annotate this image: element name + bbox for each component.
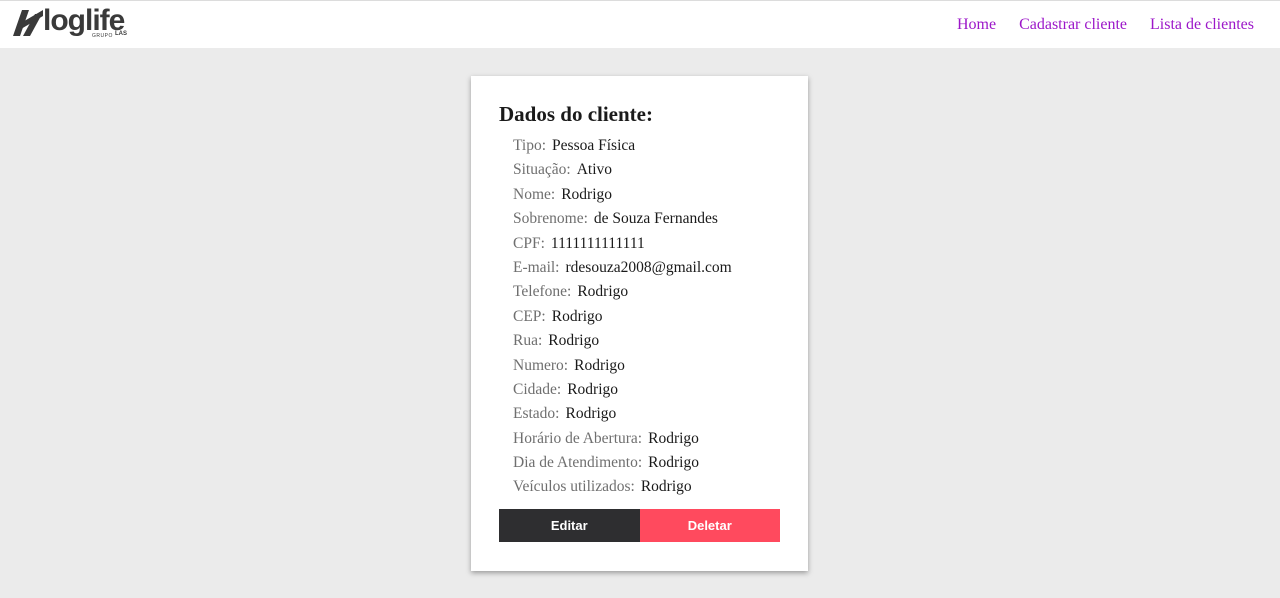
field-label: Horário de Abertura: [513, 429, 643, 447]
client-details-card: Dados do cliente: Tipo: Pessoa Física Sit… [471, 76, 808, 571]
client-fields-list: Tipo: Pessoa Física Situação: Ativo Nome: R… [513, 136, 732, 502]
field-value: Rodrigo [548, 332, 600, 350]
field-label: CEP: [513, 307, 546, 325]
field-value: rdesouza2008@gmail.com [565, 258, 732, 276]
field-sobrenome: Sobrenome: de Souza Fernandes [513, 209, 732, 233]
main-nav: Home Cadastrar cliente Lista de clientes [957, 16, 1254, 34]
edit-button[interactable]: Editar [499, 509, 640, 542]
field-cpf: CPF: 1111111111111 [513, 234, 732, 258]
field-value: Pessoa Física [552, 137, 636, 154]
card-title: Dados do cliente: [499, 102, 653, 126]
field-value: Rodrigo [567, 380, 619, 398]
field-label: Numero: [513, 356, 569, 374]
field-value: Rodrigo [648, 429, 699, 447]
field-label: Situação: [513, 161, 571, 179]
field-numero: Numero: Rodrigo [513, 356, 732, 380]
field-label: Tipo: [513, 137, 547, 154]
field-veiculos-utilizados: Veículos utilizados: Rodrigo [513, 477, 732, 501]
field-estado: Estado: Rodrigo [513, 404, 732, 428]
field-rua: Rua: Rodrigo [513, 331, 732, 355]
field-nome: Nome: Rodrigo [513, 185, 732, 209]
field-value: Rodrigo [551, 307, 603, 325]
field-label: Dia de Atendimento: [513, 454, 643, 472]
field-value: Rodrigo [561, 185, 612, 203]
logo-mark-icon [13, 10, 43, 36]
delete-button[interactable]: Deletar [639, 509, 780, 542]
field-telefone: Telefone: Rodrigo [513, 282, 732, 306]
field-label: Estado: [513, 405, 560, 423]
field-horario-abertura: Horário de Abertura: Rodrigo [513, 429, 732, 453]
card-actions: Editar Deletar [499, 509, 780, 542]
field-cep: CEP: Rodrigo [513, 307, 732, 331]
field-label: Sobrenome: [513, 210, 588, 228]
loglife-logo[interactable]: loglife GRUPO LAS [13, 4, 143, 44]
logo-group-text: GRUPO [92, 33, 113, 39]
field-email: E-mail: rdesouza2008@gmail.com [513, 258, 732, 282]
field-label: Rua: [513, 332, 543, 350]
field-cidade: Cidade: Rodrigo [513, 380, 732, 404]
field-label: Veículos utilizados: [513, 478, 635, 496]
field-value: Rodrigo [640, 478, 692, 496]
field-value: de Souza Fernandes [593, 210, 718, 228]
field-tipo: Tipo: Pessoa Física [513, 136, 732, 160]
nav-home-link[interactable]: Home [957, 16, 996, 34]
field-value: Ativo [576, 161, 612, 179]
field-label: Cidade: [513, 380, 562, 398]
top-navbar: loglife GRUPO LAS Home Cadastrar cliente… [0, 0, 1280, 48]
nav-cadastrar-cliente-link[interactable]: Cadastrar cliente [1019, 16, 1127, 34]
nav-lista-de-clientes-link[interactable]: Lista de clientes [1150, 16, 1254, 34]
field-value: 1111111111111 [550, 234, 645, 252]
field-value: Rodrigo [565, 405, 617, 423]
field-label: E-mail: [513, 258, 560, 276]
field-value: Rodrigo [577, 283, 629, 301]
field-dia-atendimento: Dia de Atendimento: Rodrigo [513, 453, 732, 477]
field-situacao: Situação: Ativo [513, 160, 732, 184]
field-label: Nome: [513, 185, 556, 203]
field-label: Telefone: [513, 283, 572, 301]
field-value: Rodrigo [648, 454, 699, 472]
field-label: CPF: [513, 234, 545, 252]
field-value: Rodrigo [574, 356, 625, 374]
logo-las-text: LAS [115, 31, 127, 37]
